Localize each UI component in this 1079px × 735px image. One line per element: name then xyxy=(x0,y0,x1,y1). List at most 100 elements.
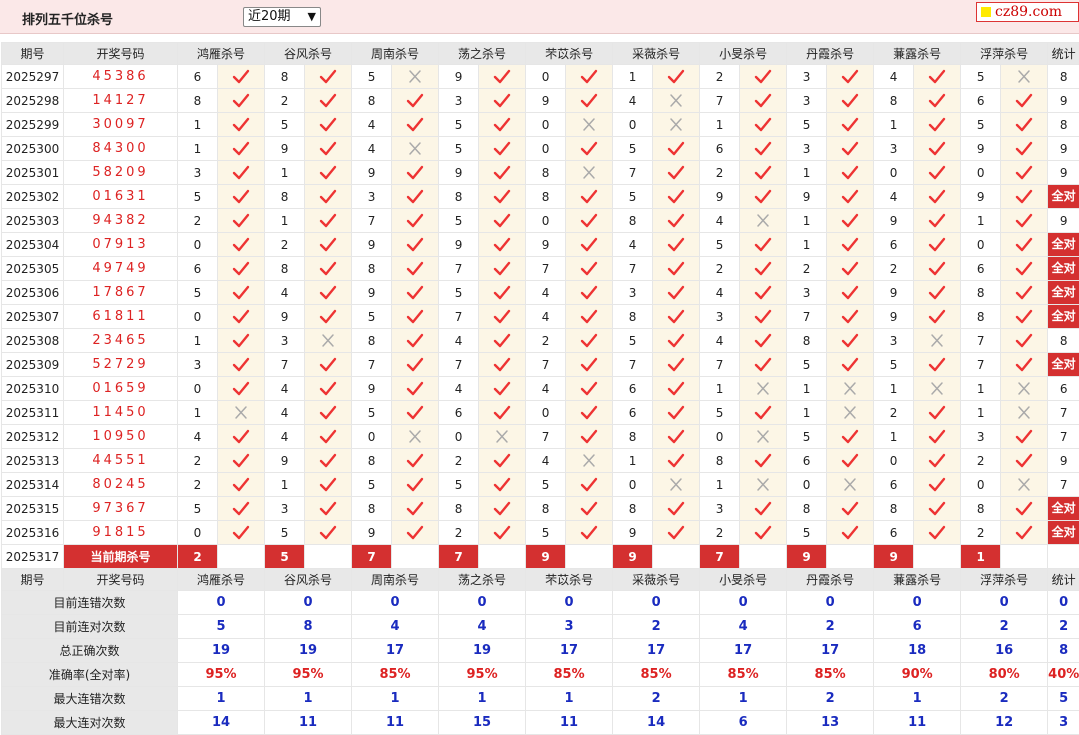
result-mark-cell xyxy=(1000,520,1049,545)
kill-number-cell: 1 xyxy=(960,376,1002,401)
check-icon xyxy=(754,117,772,131)
result-mark-cell xyxy=(913,352,962,377)
kill-number-cell: 6 xyxy=(873,520,915,545)
result-mark-cell xyxy=(826,64,875,89)
header-cell: 开奖号码 xyxy=(63,42,178,65)
logo-text: cz89.com xyxy=(995,4,1063,20)
result-mark-cell xyxy=(304,520,353,545)
result-mark-cell xyxy=(216,400,266,425)
result-mark-cell xyxy=(1000,328,1049,353)
check-icon xyxy=(493,525,511,539)
result-mark-cell xyxy=(304,112,353,137)
check-icon xyxy=(1015,357,1033,371)
current-kill-cell: 7 xyxy=(699,544,741,569)
result-mark-cell xyxy=(826,280,875,305)
result-mark-cell xyxy=(391,352,440,377)
current-kill-cell: 7 xyxy=(351,544,393,569)
stats-value: 4 xyxy=(351,614,440,639)
check-icon xyxy=(580,429,598,443)
kill-number-cell: 3 xyxy=(786,88,828,113)
kill-number-cell: 7 xyxy=(612,160,654,185)
kill-number-cell: 8 xyxy=(786,496,828,521)
result-mark-cell xyxy=(1000,112,1049,137)
stats-value: 95% xyxy=(176,662,266,687)
kill-number-cell: 5 xyxy=(438,472,480,497)
header-cell: 周南杀号 xyxy=(351,568,440,591)
period-select[interactable]: 近20期 ▼ xyxy=(243,7,321,27)
total-cell: 7 xyxy=(1047,424,1079,449)
check-icon xyxy=(319,309,337,323)
result-mark-cell xyxy=(565,256,614,281)
kill-number-cell: 9 xyxy=(264,304,306,329)
table-row: 2025300 84300 1 9 4 5 0 5 6 3 3 9 9 xyxy=(1,136,1079,161)
stats-row: 最大连对次数 14 11 11 15 11 14 6 13 11 12 3 xyxy=(1,710,1079,735)
check-icon xyxy=(841,69,859,83)
result-mark-cell xyxy=(391,184,440,209)
kill-number-table: 期号 开奖号码 鸿雁杀号 谷风杀号 周南杀号 荡之杀号 芣苡杀号 采薇杀号 小旻杀号 丹霞杀号 蒹露… xyxy=(1,42,1079,735)
kill-number-cell: 8 xyxy=(960,280,1002,305)
stats-value: 2 xyxy=(786,614,875,639)
result-mark-cell xyxy=(216,88,266,113)
stats-value: 6 xyxy=(873,614,962,639)
stats-label: 总正确次数 xyxy=(1,638,178,663)
kill-number-cell: 9 xyxy=(525,232,567,257)
draw-code-cell: 44551 xyxy=(63,448,178,473)
result-mark-cell xyxy=(565,136,614,161)
result-mark-cell xyxy=(826,112,875,137)
issue-cell: 2025299 xyxy=(1,112,64,137)
kill-number-cell: 5 xyxy=(960,64,1002,89)
kill-number-cell: 9 xyxy=(525,88,567,113)
check-icon xyxy=(1015,525,1033,539)
cross-icon xyxy=(583,165,595,179)
kill-number-cell: 9 xyxy=(699,184,741,209)
kill-number-cell: 0 xyxy=(177,232,218,257)
site-logo[interactable]: cz89.com xyxy=(976,2,1079,22)
kill-number-cell: 7 xyxy=(960,328,1002,353)
check-icon xyxy=(580,357,598,371)
result-mark-cell xyxy=(652,232,701,257)
check-icon xyxy=(580,237,598,251)
result-mark-cell xyxy=(565,88,614,113)
kill-number-cell: 0 xyxy=(177,376,218,401)
kill-number-cell: 0 xyxy=(612,112,654,137)
stats-value: 0 xyxy=(960,590,1049,615)
result-mark-cell xyxy=(739,400,788,425)
table-header: 期号 开奖号码 鸿雁杀号 谷风杀号 周南杀号 荡之杀号 芣苡杀号 采薇杀号 小旻杀号 丹霞杀号 蒹露… xyxy=(1,42,1079,65)
check-icon xyxy=(754,309,772,323)
check-icon xyxy=(232,261,250,275)
issue-cell: 2025297 xyxy=(1,64,64,89)
result-mark-cell xyxy=(652,184,701,209)
stats-value: 8 xyxy=(264,614,353,639)
kill-number-cell: 8 xyxy=(264,184,306,209)
result-mark-cell xyxy=(391,88,440,113)
result-mark-cell xyxy=(565,280,614,305)
result-mark-cell xyxy=(478,256,527,281)
stats-value: 13 xyxy=(786,710,875,735)
result-mark-cell xyxy=(565,472,614,497)
check-icon xyxy=(232,357,250,371)
result-mark-cell xyxy=(391,136,440,161)
stats-value: 0 xyxy=(873,590,962,615)
kill-number-cell: 2 xyxy=(873,256,915,281)
result-mark-cell xyxy=(826,232,875,257)
check-icon xyxy=(319,165,337,179)
result-mark-cell xyxy=(1000,376,1049,401)
kill-number-cell: 4 xyxy=(264,424,306,449)
kill-number-cell: 4 xyxy=(612,232,654,257)
check-icon xyxy=(841,357,859,371)
header-cell: 周南杀号 xyxy=(351,42,440,65)
check-icon xyxy=(319,213,337,227)
kill-number-cell: 1 xyxy=(264,160,306,185)
kill-number-cell: 1 xyxy=(960,208,1002,233)
total-cell: 全对 xyxy=(1047,496,1079,521)
kill-number-cell: 4 xyxy=(612,88,654,113)
check-icon xyxy=(580,261,598,275)
result-mark-cell xyxy=(304,64,353,89)
empty-cell xyxy=(391,544,440,569)
kill-number-cell: 1 xyxy=(786,208,828,233)
check-icon xyxy=(1015,453,1033,467)
table-row: 2025305 49749 6 8 8 7 7 7 2 2 2 6 全对 xyxy=(1,256,1079,281)
kill-number-cell: 8 xyxy=(351,328,393,353)
kill-number-cell: 6 xyxy=(612,376,654,401)
result-mark-cell xyxy=(739,424,788,449)
